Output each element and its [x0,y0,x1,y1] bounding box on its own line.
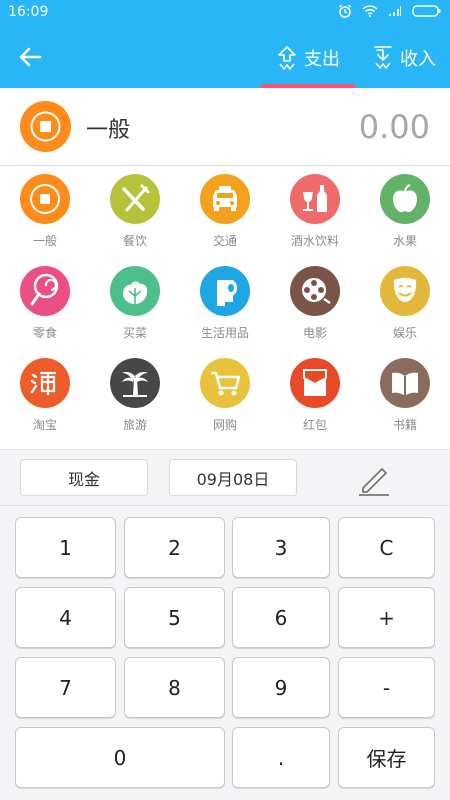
key-0[interactable]: 0 [15,727,225,788]
wifi-icon [362,5,378,17]
category-grid: 一般 餐饮 交通 酒水饮料 水果 零食 买菜 生活用品 电影 娱乐 淘宝 旅游 … [0,166,450,450]
status-icons [338,4,442,18]
entry-summary: 一般 0.00 [0,88,450,166]
category-general[interactable]: 一般 [0,166,90,258]
toilet-paper-icon [200,266,250,316]
key-clear[interactable]: C [338,517,435,578]
income-download-icon [374,46,392,70]
category-label: 买菜 [122,326,147,340]
film-reel-icon [290,266,340,316]
category-books[interactable]: 书籍 [360,350,450,442]
category-label: 网购 [212,418,237,432]
category-movies[interactable]: 电影 [270,258,360,350]
category-online-shopping[interactable]: 网购 [180,350,270,442]
amount-display: 0.00 [358,108,430,146]
category-label: 水果 [392,234,417,248]
key-decimal[interactable]: . [232,727,330,788]
number-keypad: 1 2 3 C 4 5 6 + 7 8 9 - 0 . 保存 [0,506,450,800]
category-label: 交通 [212,234,237,248]
key-4[interactable]: 4 [15,587,116,648]
tab-expense[interactable]: 支出 [276,38,340,78]
red-envelope-icon [290,358,340,408]
category-label: 一般 [32,234,57,248]
fork-knife-icon [110,174,160,224]
category-dining[interactable]: 餐饮 [90,166,180,258]
key-3[interactable]: 3 [232,517,330,578]
category-label: 酒水饮料 [290,234,339,248]
key-8[interactable]: 8 [124,657,225,718]
tab-income[interactable]: 收入 [372,38,436,78]
car-icon [200,174,250,224]
note-edit-button[interactable] [355,460,393,498]
key-plus[interactable]: + [338,587,435,648]
selected-category-icon [20,101,71,152]
key-1[interactable]: 1 [15,517,116,578]
book-icon [380,358,430,408]
account-selector[interactable]: 现金 [20,459,148,496]
category-daily-goods[interactable]: 生活用品 [180,258,270,350]
save-button[interactable]: 保存 [338,727,435,788]
key-5[interactable]: 5 [124,587,225,648]
key-minus[interactable]: - [338,657,435,718]
signal-icon [389,6,401,16]
category-entertainment[interactable]: 娱乐 [360,258,450,350]
category-groceries[interactable]: 买菜 [90,258,180,350]
category-label: 餐饮 [122,234,147,248]
taobao-icon [20,358,70,408]
pencil-icon [359,468,389,496]
category-label: 娱乐 [392,326,417,340]
category-label: 淘宝 [32,418,57,432]
battery-icon [412,5,441,17]
cabbage-icon [110,266,160,316]
category-label: 零食 [32,326,57,340]
shopping-cart-icon [200,358,250,408]
selected-category-label: 一般 [86,118,131,143]
category-label: 电影 [302,326,327,340]
category-label: 生活用品 [200,326,249,340]
date-selector[interactable]: 09月08日 [169,459,297,496]
category-fruit[interactable]: 水果 [360,166,450,258]
tab-expense-label: 支出 [304,49,340,70]
app-header: 支出 收入 [0,26,450,88]
palm-tree-icon [110,358,160,408]
lollipop-icon [20,266,70,316]
status-time: 16:09 [8,4,49,20]
arrow-left-icon [19,47,42,67]
apple-icon [380,174,430,224]
smiley-mask-icon [380,266,430,316]
wine-bottle-icon [290,174,340,224]
expense-upload-icon [278,46,296,70]
category-drinks[interactable]: 酒水饮料 [270,166,360,258]
category-red-envelope[interactable]: 红包 [270,350,360,442]
category-label: 红包 [302,418,327,432]
key-6[interactable]: 6 [232,587,330,648]
category-snacks[interactable]: 零食 [0,258,90,350]
back-button[interactable] [16,42,46,72]
category-travel[interactable]: 旅游 [90,350,180,442]
category-taobao[interactable]: 淘宝 [0,350,90,442]
coin-icon [20,101,71,152]
tab-income-label: 收入 [400,49,436,70]
category-label: 旅游 [122,418,147,432]
entry-meta-row: 现金 09月08日 [0,450,450,506]
status-bar: 16:09 [0,0,450,26]
category-label: 书籍 [392,418,417,432]
key-7[interactable]: 7 [15,657,116,718]
coin-icon [20,174,70,224]
category-transport[interactable]: 交通 [180,166,270,258]
key-9[interactable]: 9 [232,657,330,718]
alarm-icon [339,4,351,18]
key-2[interactable]: 2 [124,517,225,578]
